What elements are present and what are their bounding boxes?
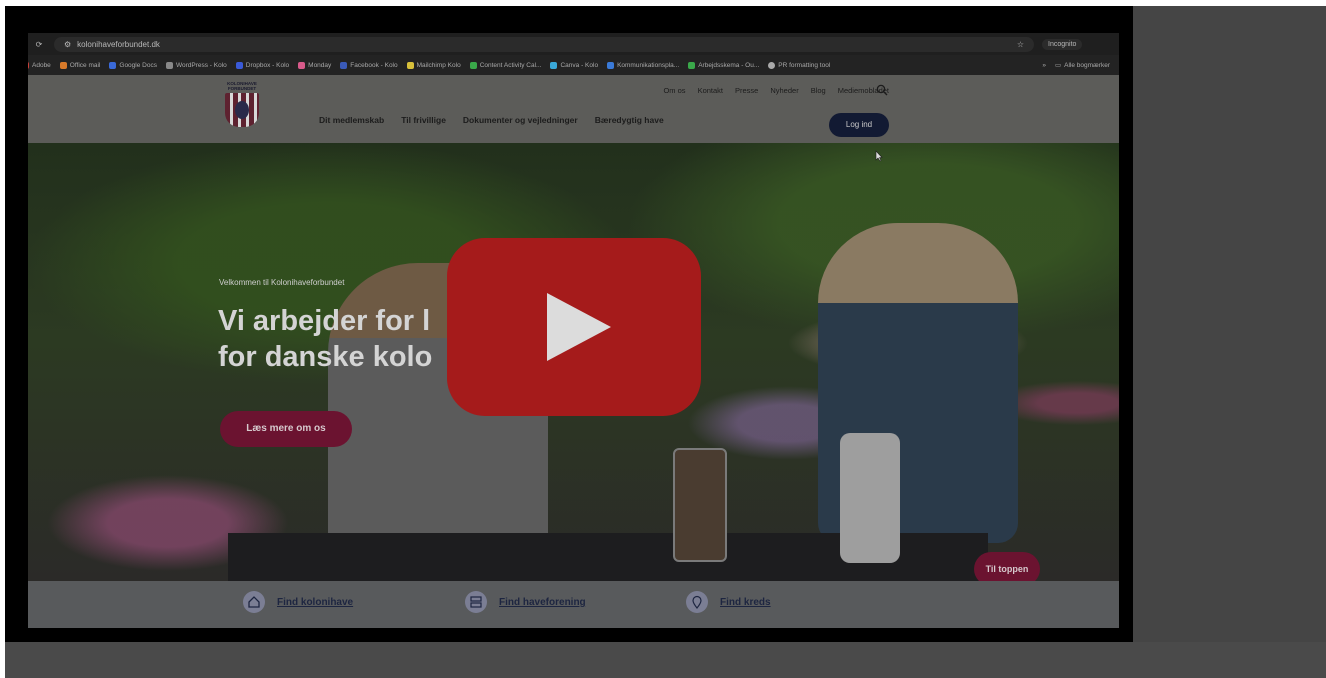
main-nav-item[interactable]: Dokumenter og vejledninger — [463, 115, 578, 125]
incognito-badge: Incognito — [1042, 38, 1083, 50]
bookmark[interactable]: Mailchimp Kolo — [406, 61, 461, 69]
site-header: KOLONIHAVE FORBUNDET Om os Kontakt Press… — [28, 75, 1119, 143]
site-logo[interactable]: KOLONIHAVE FORBUNDET — [223, 81, 261, 131]
bookmarks-bar: Adobe Office mail Google Docs WordPress … — [28, 55, 1119, 75]
logo-shield-icon — [225, 93, 259, 127]
search-icon[interactable] — [876, 84, 888, 96]
bookmark-favicon-icon — [165, 61, 173, 69]
bookmark[interactable]: Google Docs — [109, 61, 157, 69]
logo-text: KOLONIHAVE FORBUNDET — [227, 81, 257, 91]
url-field[interactable]: ⚙ kolonihaveforbundet.dk ☆ — [54, 36, 1034, 52]
bookmark-favicon-icon — [469, 61, 477, 69]
main-nav: Dit medlemskab Til frivillige Dokumenter… — [319, 115, 681, 125]
play-icon — [547, 293, 611, 361]
bookmark[interactable]: Adobe — [28, 61, 51, 69]
quick-link-find-kolonihave[interactable]: Find kolonihave — [243, 591, 353, 613]
bookmark-favicon-icon — [298, 61, 306, 69]
bookmark-favicon-icon — [340, 61, 348, 69]
hero-headline-line: Vi arbejder for l — [218, 305, 431, 337]
quick-link-find-kreds[interactable]: Find kreds — [686, 591, 771, 613]
quick-link-find-haveforening[interactable]: Find haveforening — [465, 591, 586, 613]
bookmark[interactable]: PR formatting tool — [768, 61, 830, 69]
bookmark[interactable]: Facebook - Kolo — [340, 61, 398, 69]
bookmark[interactable]: Canva - Kolo — [550, 61, 598, 69]
top-nav-item[interactable]: Blog — [811, 86, 826, 95]
top-nav-item[interactable]: Kontakt — [698, 86, 723, 95]
bookmark-favicon-icon — [688, 61, 696, 69]
bookmark-favicon-icon — [59, 61, 67, 69]
bookmark-favicon-icon — [768, 61, 776, 69]
mouse-cursor-icon — [875, 150, 883, 162]
hero-welcome: Velkommen til Kolonihaveforbundet — [219, 278, 345, 287]
hero-photo-jug — [840, 433, 900, 563]
quick-link-label: Find kreds — [720, 596, 771, 608]
site-info-icon[interactable]: ⚙ — [64, 37, 71, 52]
quick-link-label: Find kolonihave — [277, 596, 354, 608]
url-text: kolonihaveforbundet.dk — [77, 39, 160, 49]
main-nav-item[interactable]: Bæredygtig have — [595, 115, 664, 125]
top-nav-item[interactable]: Om os — [663, 86, 685, 95]
reload-icon[interactable]: ⟳ — [34, 40, 44, 49]
quick-links: Find kolonihave Find haveforening Find k… — [28, 581, 1119, 628]
bookmarks-overflow[interactable]: » — [1042, 62, 1046, 69]
bookmark[interactable]: Kommunikationspla... — [607, 61, 679, 69]
bookmark[interactable]: WordPress - Kolo — [165, 61, 227, 69]
location-pin-icon — [686, 591, 708, 613]
top-nav: Om os Kontakt Presse Nyheder Blog Mediem… — [651, 86, 889, 95]
top-nav-item[interactable]: Nyheder — [770, 86, 798, 95]
play-button[interactable] — [447, 238, 701, 416]
bookmark-favicon-icon — [235, 61, 243, 69]
main-nav-item[interactable]: Til frivillige — [401, 115, 446, 125]
all-bookmarks[interactable]: ▭ Alle bogmærker — [1054, 61, 1110, 70]
bookmark[interactable]: Arbejdsskema - Ou... — [688, 61, 759, 69]
bookmark-favicon-icon — [406, 61, 414, 69]
to-top-button[interactable]: Til toppen — [974, 552, 1040, 581]
bookmark[interactable]: Monday — [298, 61, 331, 69]
bookmark-favicon-icon — [607, 61, 615, 69]
bookmark[interactable]: Content Activity Cal... — [469, 61, 541, 69]
bookmark[interactable]: Dropbox - Kolo — [235, 61, 289, 69]
hero-headline: Vi arbejder for l for danske kolo — [218, 303, 432, 375]
bookmark-favicon-icon — [109, 61, 117, 69]
folder-icon: ▭ — [1054, 62, 1062, 69]
bookmark[interactable]: Office mail — [59, 61, 100, 69]
browser-address-bar: ⟳ ⚙ kolonihaveforbundet.dk ☆ Incognito — [28, 33, 1119, 55]
hero-headline-line: for danske kolo — [218, 341, 433, 373]
signpost-icon — [465, 591, 487, 613]
bookmark-favicon-icon — [28, 61, 29, 69]
home-icon — [243, 591, 265, 613]
bookmark-favicon-icon — [550, 61, 558, 69]
star-icon[interactable]: ☆ — [1017, 37, 1024, 52]
read-more-button[interactable]: Læs mere om os — [220, 411, 352, 447]
video-player[interactable]: ⟳ ⚙ kolonihaveforbundet.dk ☆ Incognito A… — [5, 6, 1133, 642]
background-area — [5, 642, 1326, 678]
top-nav-item[interactable]: Presse — [735, 86, 758, 95]
quick-link-label: Find haveforening — [499, 596, 586, 608]
hero-photo-coffee-press — [673, 448, 727, 562]
login-button[interactable]: Log ind — [829, 113, 889, 137]
main-nav-item[interactable]: Dit medlemskab — [319, 115, 384, 125]
